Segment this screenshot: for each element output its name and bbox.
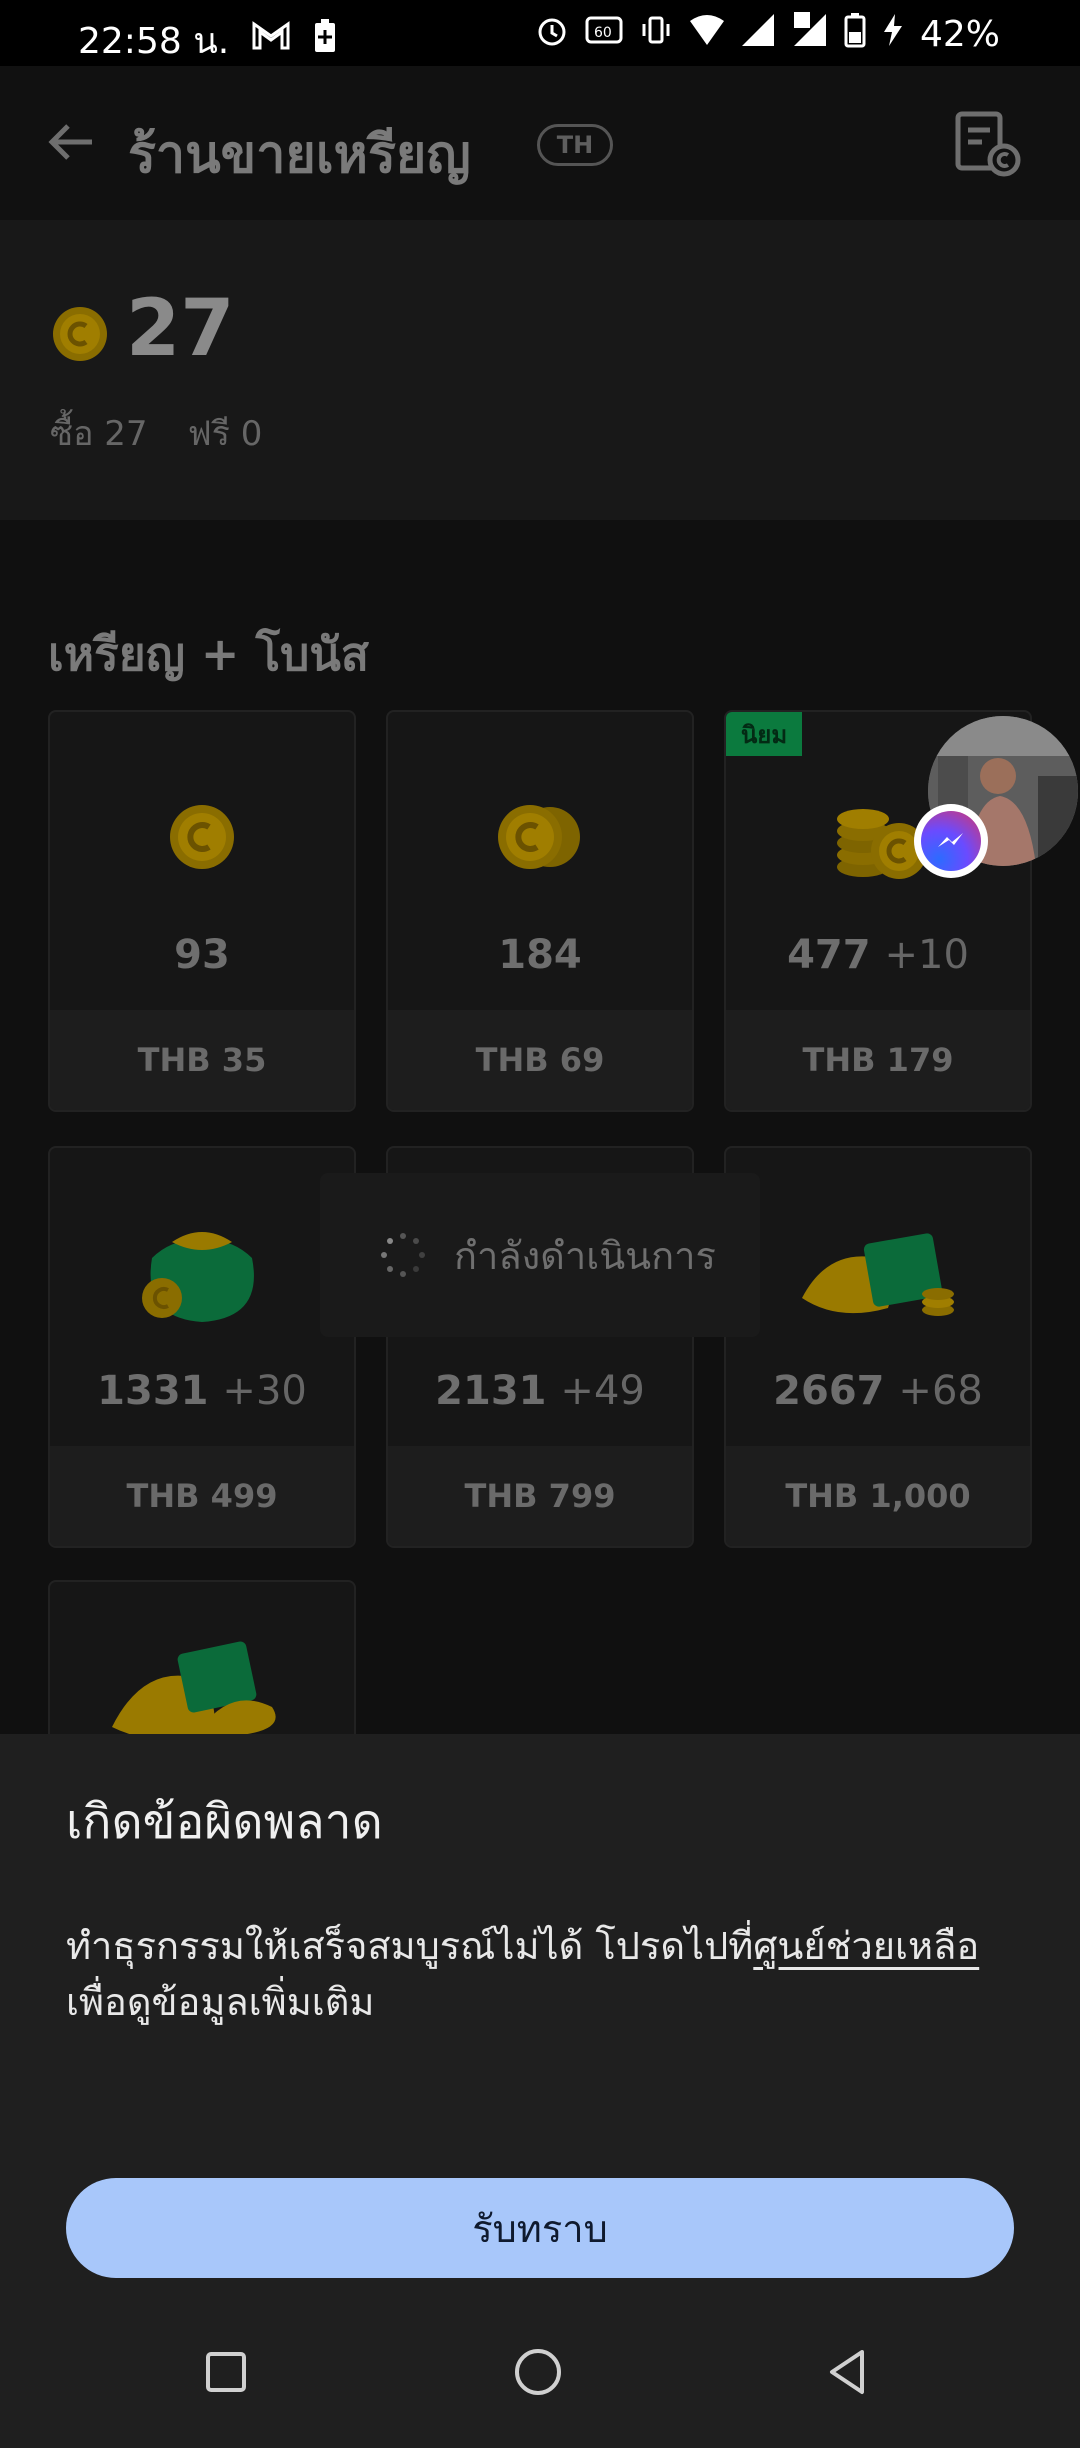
wifi-icon xyxy=(688,13,726,56)
price-label: THB 499 xyxy=(50,1446,354,1546)
svg-text:60: 60 xyxy=(594,25,612,41)
coin-balance: 27 xyxy=(126,284,235,374)
spinner-icon xyxy=(380,1232,426,1278)
arrow-left-icon xyxy=(48,124,92,160)
loading-dialog: กำลังดำเนินการ xyxy=(320,1173,760,1337)
coin-icon xyxy=(52,306,108,362)
messenger-icon xyxy=(914,804,988,878)
coin-package-card[interactable]: 93 THB 35 xyxy=(48,710,356,1112)
vibrate-icon xyxy=(638,12,674,57)
coin-amount: 477 xyxy=(787,932,871,978)
coin-balance-panel: 27 ซื้อ 27 ฟรี 0 xyxy=(0,220,1080,520)
error-message: ทำธุรกรรมให้เสร็จสมบูรณ์ไม่ได้ โปรดไปที่… xyxy=(66,1924,980,2024)
circle-icon xyxy=(515,2349,561,2395)
coin-amount: 93 xyxy=(174,932,230,978)
price-label: THB 799 xyxy=(388,1446,692,1546)
coin-shop-screen: ร้านขายเหรียญ TH 27 ซื้อ 27 ฟรี 0 เหรียญ… xyxy=(0,66,1080,1840)
bonus-amount: +10 xyxy=(884,932,969,978)
coin-pile-cash-icon xyxy=(726,1208,1030,1338)
single-coin-icon xyxy=(50,772,354,902)
coin-amount: 1331 xyxy=(97,1368,209,1414)
acknowledge-button[interactable]: รับทราบ xyxy=(66,2178,1014,2278)
status-bar: 22:58 น. 60 42% xyxy=(0,0,1080,66)
triangle-back-icon xyxy=(830,2350,864,2394)
battery-saver-icon xyxy=(313,18,337,63)
price-label: THB 179 xyxy=(726,1010,1030,1110)
bonus-amount: +49 xyxy=(560,1368,645,1414)
help-center-link[interactable]: ศูนย์ช่วยเหลือ xyxy=(753,1924,979,1968)
price-label: THB 69 xyxy=(388,1010,692,1110)
bonus-amount: +30 xyxy=(222,1368,307,1414)
coin-amount: 184 xyxy=(498,932,582,978)
coin-treasure-icon xyxy=(50,1622,354,1752)
alarm-icon xyxy=(534,12,570,57)
refresh-rate-icon: 60 xyxy=(584,12,624,57)
top-app-bar: ร้านขายเหรียญ TH xyxy=(0,66,1080,220)
battery-icon xyxy=(844,12,866,57)
signal-2-icon xyxy=(792,12,830,57)
price-label: THB 35 xyxy=(50,1010,354,1110)
page-title: ร้านขายเหรียญ xyxy=(128,125,471,185)
bonus-amount: +68 xyxy=(898,1368,983,1414)
home-button[interactable] xyxy=(508,2342,568,2402)
signal-icon xyxy=(740,12,778,57)
coin-package-card[interactable]: 184 THB 69 xyxy=(386,710,694,1112)
purchase-history-button[interactable] xyxy=(952,108,1024,180)
charging-icon xyxy=(880,12,906,57)
region-badge: TH xyxy=(537,124,613,166)
status-time: 22:58 น. xyxy=(78,21,230,62)
popular-badge: นิยม xyxy=(726,712,802,756)
coin-package-card[interactable]: 2667 +68 THB 1,000 xyxy=(724,1146,1032,1548)
square-icon xyxy=(206,2352,246,2392)
two-coins-icon xyxy=(388,772,692,902)
coin-package-card[interactable]: 1331 +30 THB 499 xyxy=(48,1146,356,1548)
price-label: THB 1,000 xyxy=(726,1446,1030,1546)
back-button[interactable] xyxy=(40,110,104,174)
error-title: เกิดข้อผิดพลาด xyxy=(66,1794,383,1850)
gmail-icon xyxy=(251,20,291,61)
error-bottom-sheet: เกิดข้อผิดพลาด ทำธุรกรรมให้เสร็จสมบูรณ์ไ… xyxy=(0,1734,1080,2294)
coin-amount: 2131 xyxy=(435,1368,547,1414)
receipt-coin-icon xyxy=(955,111,1021,177)
loading-text: กำลังดำเนินการ xyxy=(454,1233,716,1278)
battery-percent: 42% xyxy=(919,14,1000,55)
recents-button[interactable] xyxy=(196,2342,256,2402)
coin-bag-icon xyxy=(50,1208,354,1338)
coin-amount: 2667 xyxy=(773,1368,885,1414)
system-nav-bar xyxy=(0,2294,1080,2448)
section-title: เหรียญ + โบนัส xyxy=(48,627,369,681)
free-coins: ฟรี 0 xyxy=(187,414,263,454)
back-nav-button[interactable] xyxy=(818,2342,878,2402)
purchased-coins: ซื้อ 27 xyxy=(50,414,148,454)
